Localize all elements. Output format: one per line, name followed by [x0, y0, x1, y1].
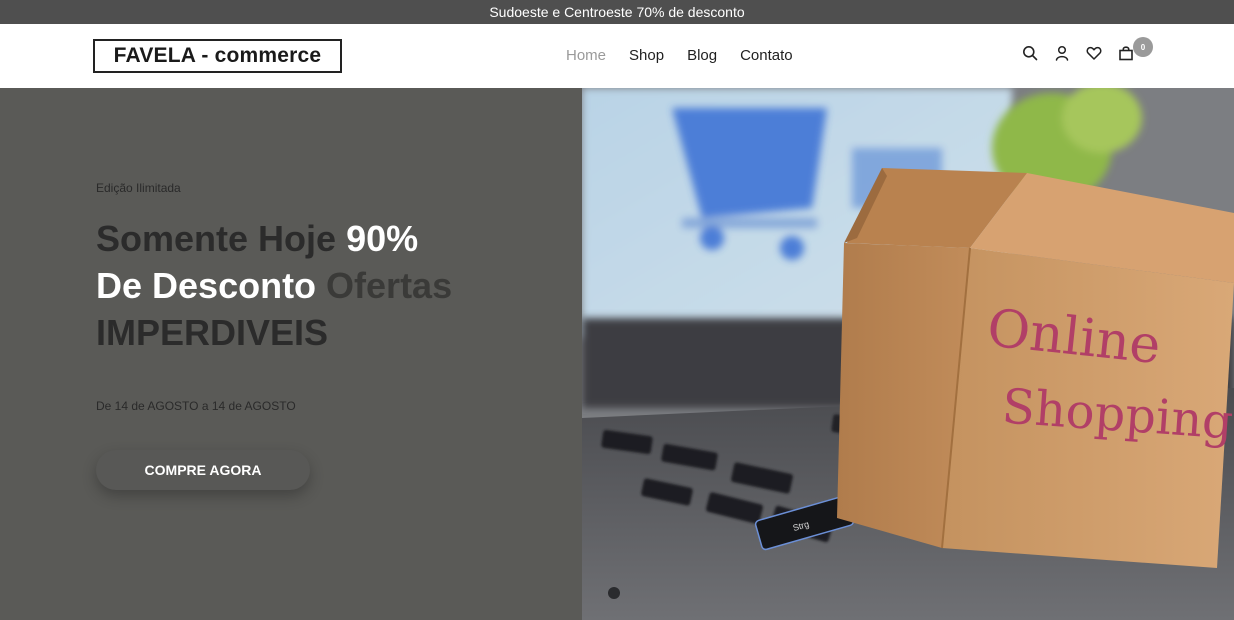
promo-dates: De 14 de AGOSTO a 14 de AGOSTO — [96, 399, 296, 413]
announcement-bar: Sudoeste e Centroeste 70% de desconto — [0, 0, 1234, 24]
hero-headline: Somente Hoje 90% De Desconto Ofertas IMPER… — [96, 215, 556, 356]
headline-part-5: IMPERDIVEIS — [96, 312, 329, 353]
hero-eyebrow: Edição Ilimitada — [96, 181, 181, 195]
header-icons — [1022, 44, 1150, 62]
heart-icon[interactable] — [1086, 44, 1102, 62]
search-icon[interactable] — [1022, 44, 1038, 62]
cart-count-badge: 0 — [1133, 37, 1153, 57]
headline-part-3: De Desconto — [96, 265, 317, 306]
hero-image: Strg Online Shopping — [582, 88, 1234, 620]
main-nav: Home Shop Blog Contato — [566, 46, 816, 66]
headline-part-4: Ofertas — [316, 265, 453, 306]
user-icon[interactable] — [1054, 44, 1070, 62]
nav-blog[interactable]: Blog — [687, 46, 717, 66]
bag-icon[interactable] — [1118, 44, 1134, 62]
buy-now-button[interactable]: COMPRE AGORA — [96, 450, 310, 490]
nav-contato[interactable]: Contato — [740, 46, 793, 66]
nav-shop[interactable]: Shop — [629, 46, 664, 66]
site-header: FAVELA - commerce Home Shop Blog Contato… — [0, 24, 1234, 88]
nav-home[interactable]: Home — [566, 46, 606, 66]
announcement-text: Sudoeste e Centroeste 70% de desconto — [489, 4, 745, 20]
site-logo[interactable]: FAVELA - commerce — [93, 39, 342, 73]
online-shopping-photo: Strg Online Shopping — [582, 88, 1234, 620]
headline-part-1: Somente Hoje — [96, 218, 347, 259]
hero-promo: Edição Ilimitada Somente Hoje 90% De Desc… — [0, 88, 582, 620]
headline-part-2: 90% — [346, 218, 419, 259]
